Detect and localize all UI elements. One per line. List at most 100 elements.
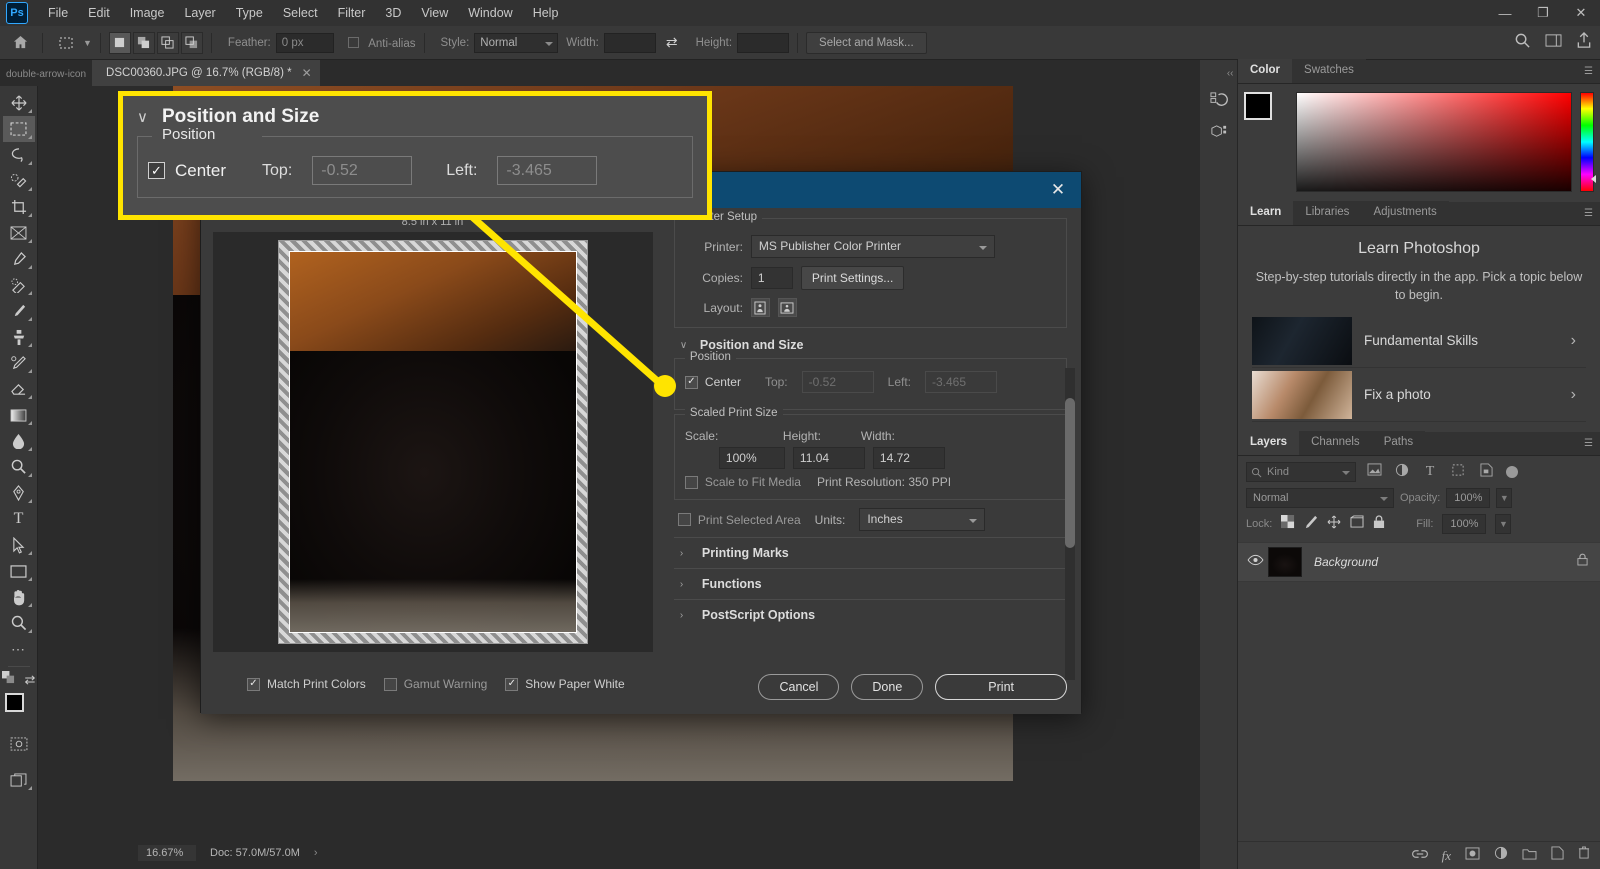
- feather-input[interactable]: 0 px: [275, 32, 334, 53]
- learn-card-fix-a-photo[interactable]: Fix a photo ›: [1252, 368, 1586, 423]
- smart-object-filter-icon[interactable]: [1476, 463, 1496, 482]
- postscript-options-section[interactable]: › PostScript Options: [673, 599, 1067, 630]
- share-icon[interactable]: [1576, 31, 1592, 54]
- adjustment-filter-icon[interactable]: [1392, 463, 1412, 482]
- show-paper-white-checkbox[interactable]: ✓ Show Paper White: [505, 677, 625, 691]
- menu-file[interactable]: File: [38, 2, 78, 24]
- menu-type[interactable]: Type: [226, 2, 273, 24]
- swap-colors-icon[interactable]: ⇄: [25, 672, 36, 688]
- color-panel-swatches[interactable]: [1244, 92, 1288, 136]
- eyedropper-tool[interactable]: [3, 246, 35, 272]
- lock-position-icon[interactable]: [1327, 515, 1341, 534]
- table-row[interactable]: Background: [1238, 542, 1600, 583]
- print-selected-area-checkbox[interactable]: Print Selected Area: [677, 513, 801, 527]
- minimize-icon[interactable]: —: [1486, 0, 1524, 26]
- close-icon[interactable]: ✕: [1562, 0, 1600, 26]
- menu-filter[interactable]: Filter: [328, 2, 376, 24]
- document-tab[interactable]: DSC00360.JPG @ 16.7% (RGB/8) * ✕: [92, 60, 321, 86]
- opacity-stepper[interactable]: ▼: [1496, 488, 1513, 509]
- scrollbar-thumb[interactable]: [1065, 398, 1075, 548]
- dialog-close-icon[interactable]: ✕: [1045, 180, 1071, 200]
- type-tool[interactable]: T: [3, 506, 35, 532]
- tab-learn[interactable]: Learn: [1238, 201, 1294, 225]
- print-settings-button[interactable]: Print Settings...: [800, 266, 905, 290]
- callout-center-checkbox[interactable]: ✓ Center: [148, 161, 226, 181]
- screen-mode-icon[interactable]: [3, 767, 35, 793]
- lock-artboard-icon[interactable]: [1350, 515, 1364, 533]
- eye-icon[interactable]: [1242, 553, 1268, 571]
- menu-window[interactable]: Window: [458, 2, 522, 24]
- quick-mask-icon[interactable]: [3, 731, 35, 757]
- callout-left-input[interactable]: -3.465: [497, 156, 598, 185]
- frame-tool[interactable]: [3, 220, 35, 246]
- move-tool[interactable]: [3, 90, 35, 116]
- top-input[interactable]: -0.52: [801, 371, 874, 393]
- workspace-icon[interactable]: [1545, 33, 1562, 53]
- edit-toolbar-button[interactable]: ⋯: [3, 636, 35, 662]
- lock-transparency-icon[interactable]: [1281, 514, 1295, 534]
- hue-slider[interactable]: [1580, 92, 1596, 192]
- history-icon[interactable]: [1204, 85, 1234, 115]
- tab-paths[interactable]: Paths: [1371, 431, 1426, 456]
- active-tool-icon[interactable]: [51, 30, 81, 56]
- fx-icon[interactable]: fx: [1442, 848, 1451, 864]
- left-input[interactable]: -3.465: [925, 371, 997, 393]
- search-icon[interactable]: [1514, 32, 1531, 54]
- pixel-filter-icon[interactable]: [1364, 463, 1384, 481]
- tab-swatches[interactable]: Swatches: [1292, 59, 1366, 83]
- chevron-down-icon[interactable]: ▼: [83, 38, 92, 48]
- menu-view[interactable]: View: [411, 2, 458, 24]
- foreground-color-swatch[interactable]: [4, 693, 24, 712]
- panel-menu-icon[interactable]: ☰: [1584, 438, 1594, 449]
- zoom-tool[interactable]: [3, 610, 35, 636]
- color-panel[interactable]: [1238, 84, 1600, 202]
- width-input[interactable]: [603, 32, 656, 53]
- units-select[interactable]: Inches: [859, 508, 986, 531]
- clone-stamp-tool[interactable]: [3, 324, 35, 350]
- center-checkbox[interactable]: ✓ Center: [684, 375, 741, 389]
- tab-libraries[interactable]: Libraries: [1293, 201, 1362, 225]
- print-height-input[interactable]: 11.04: [792, 447, 865, 469]
- lock-image-icon[interactable]: [1304, 515, 1318, 534]
- menu-help[interactable]: Help: [523, 2, 569, 24]
- lasso-tool[interactable]: [3, 142, 35, 168]
- dodge-tool[interactable]: [3, 454, 35, 480]
- link-layers-icon[interactable]: [1411, 847, 1428, 865]
- menu-layer[interactable]: Layer: [174, 2, 225, 24]
- cancel-button[interactable]: Cancel: [758, 674, 840, 700]
- blur-tool[interactable]: [3, 428, 35, 454]
- rectangular-marquee-tool[interactable]: [2, 116, 35, 142]
- brush-tool[interactable]: [3, 298, 35, 324]
- printer-select[interactable]: MS Publisher Color Printer: [750, 235, 995, 258]
- add-mask-icon[interactable]: [1465, 846, 1480, 865]
- default-colors-icon[interactable]: [1, 671, 15, 689]
- new-layer-icon[interactable]: [1551, 846, 1564, 865]
- print-width-input[interactable]: 14.72: [872, 447, 945, 469]
- tab-color[interactable]: Color: [1238, 59, 1293, 83]
- callout-top-input[interactable]: -0.52: [312, 156, 413, 185]
- printing-marks-section[interactable]: › Printing Marks: [673, 537, 1067, 568]
- shape-filter-icon[interactable]: [1448, 463, 1468, 482]
- done-button[interactable]: Done: [851, 674, 924, 700]
- menu-image[interactable]: Image: [120, 2, 175, 24]
- filter-toggle-icon[interactable]: [1506, 466, 1518, 479]
- select-and-mask-button[interactable]: Select and Mask...: [806, 31, 927, 54]
- double-arrow-icon[interactable]: double-arrow-icon: [0, 69, 92, 86]
- lock-icon[interactable]: [1577, 553, 1600, 571]
- portrait-layout-icon[interactable]: [750, 298, 770, 317]
- blend-mode-select[interactable]: Normal: [1246, 488, 1394, 509]
- history-brush-tool[interactable]: [3, 350, 35, 376]
- close-tab-icon[interactable]: ✕: [302, 66, 312, 80]
- intersect-selection-icon[interactable]: [180, 31, 203, 54]
- scale-input[interactable]: 100%: [718, 447, 785, 469]
- home-icon[interactable]: [6, 30, 34, 56]
- match-print-colors-checkbox[interactable]: ✓ Match Print Colors: [247, 677, 366, 691]
- new-selection-icon[interactable]: [108, 31, 131, 54]
- zoom-level[interactable]: 16.67%: [138, 844, 196, 861]
- panel-menu-icon[interactable]: ☰: [1584, 208, 1594, 219]
- menu-select[interactable]: Select: [273, 2, 328, 24]
- adjustment-layer-icon[interactable]: [1494, 846, 1508, 865]
- hand-tool[interactable]: [3, 584, 35, 610]
- rectangle-tool[interactable]: [3, 558, 35, 584]
- copies-input[interactable]: 1: [750, 267, 793, 289]
